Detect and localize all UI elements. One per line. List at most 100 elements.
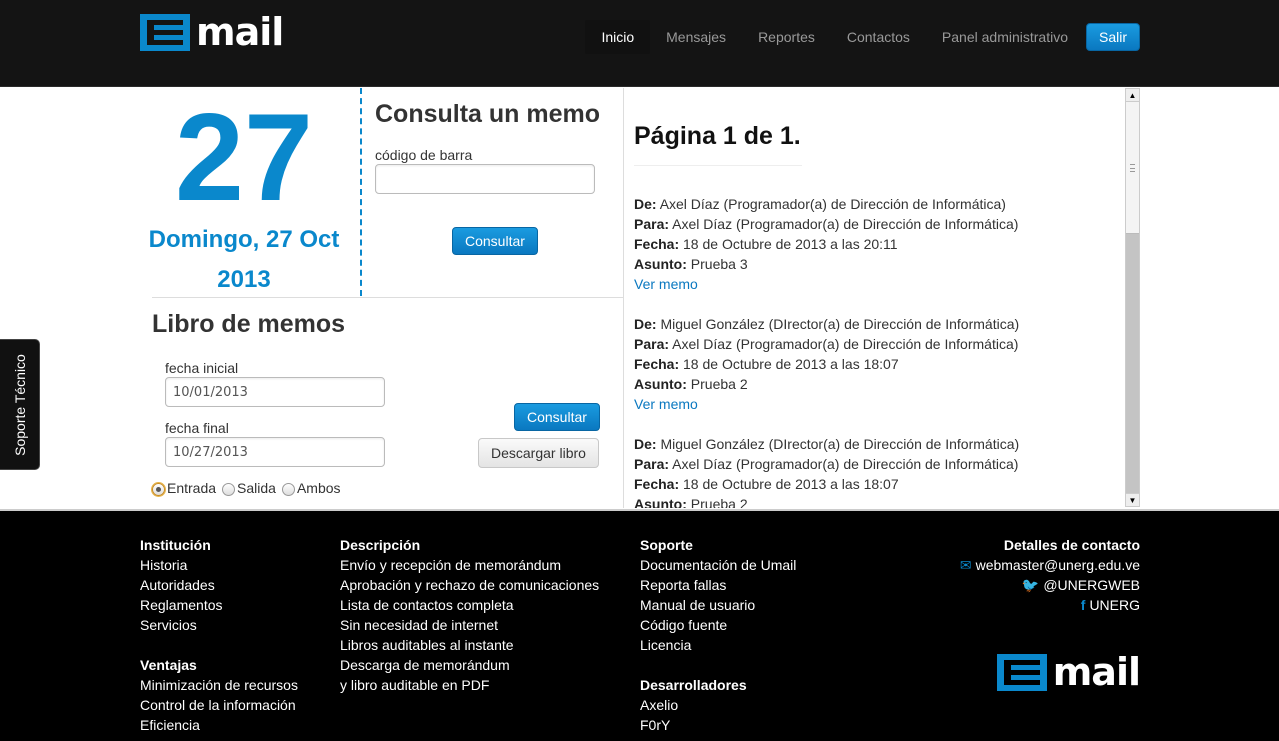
- footer-col-soporte: Soporte Documentación de Umail Reporta f…: [640, 535, 796, 735]
- contact-twitter[interactable]: 🐦 @UNERGWEB: [960, 575, 1140, 595]
- ver-memo-link[interactable]: Ver memo: [634, 396, 698, 412]
- footer-text: Envío y recepción de memorándum: [340, 557, 561, 573]
- footer-heading: Desarrolladores: [640, 677, 747, 693]
- section-divider: [152, 297, 624, 298]
- nav-mensajes[interactable]: Mensajes: [650, 20, 742, 54]
- consultar-memo-button[interactable]: Consultar: [452, 227, 538, 255]
- footer-heading: Soporte: [640, 537, 693, 553]
- footer-link[interactable]: Control de la información: [140, 695, 298, 715]
- facebook-icon: f: [1080, 597, 1086, 613]
- footer-link[interactable]: Código fuente: [640, 615, 796, 635]
- date-day-number: 27: [175, 89, 313, 227]
- memo-asunto-label: Asunto:: [634, 376, 687, 392]
- libro-memos-panel: Libro de memos fecha inicial fecha final…: [152, 310, 612, 508]
- memo-asunto-label: Asunto:: [634, 256, 687, 272]
- scrollbar-track[interactable]: [1126, 234, 1139, 494]
- grip-icon: [1130, 164, 1135, 172]
- barcode-label: código de barra: [375, 147, 473, 163]
- memo-de-label: De:: [634, 196, 657, 212]
- footer-col-descripcion: Descripción Envío y recepción de memorán…: [340, 535, 599, 695]
- footer-link[interactable]: Servicios: [140, 615, 298, 635]
- memo-para-label: Para:: [634, 216, 670, 232]
- fecha-final-label: fecha final: [165, 420, 229, 436]
- memo-fecha-label: Fecha:: [634, 356, 680, 372]
- footer-link[interactable]: Manual de usuario: [640, 595, 796, 615]
- memo-item: De: Miguel González (DIrector(a) de Dire…: [634, 434, 1124, 508]
- radio-ambos[interactable]: [281, 482, 295, 496]
- memo-de-label: De:: [634, 436, 657, 452]
- memo-fecha-label: Fecha:: [634, 476, 680, 492]
- memo-de: Miguel González (DIrector(a) de Direcció…: [660, 316, 1020, 332]
- nav-panel-administrativo[interactable]: Panel administrativo: [926, 20, 1084, 54]
- footer: Institución Historia Autoridades Reglame…: [0, 509, 1279, 741]
- memo-de: Axel Díaz (Programador(a) de Dirección d…: [659, 196, 1006, 212]
- footer-text: Aprobación y rechazo de comunicaciones: [340, 577, 600, 593]
- memo-para: Axel Díaz (Programador(a) de Dirección d…: [672, 336, 1019, 352]
- date-year: 2013: [217, 266, 271, 293]
- fecha-inicial-label: fecha inicial: [165, 360, 239, 376]
- top-navbar: mail Inicio Mensajes Reportes Contactos …: [0, 0, 1279, 87]
- footer-col-institucion: Institución Historia Autoridades Reglame…: [140, 535, 298, 735]
- fecha-final-input[interactable]: [165, 437, 385, 467]
- footer-text: Libros auditables al instante: [340, 637, 514, 653]
- main-nav: Inicio Mensajes Reportes Contactos Panel…: [585, 20, 1140, 54]
- footer-link[interactable]: Autoridades: [140, 575, 298, 595]
- footer-link[interactable]: Eficiencia: [140, 715, 298, 735]
- memo-asunto: Prueba 3: [690, 256, 748, 272]
- contact-facebook-text: UNERG: [1089, 597, 1140, 613]
- memo-asunto-label: Asunto:: [634, 496, 687, 508]
- logo-text: mail: [196, 10, 284, 54]
- scroll-down-arrow-icon[interactable]: ▼: [1126, 493, 1139, 506]
- memo-fecha: 18 de Octubre de 2013 a las 18:07: [683, 476, 899, 492]
- consultar-libro-button[interactable]: Consultar: [514, 403, 600, 431]
- descargar-libro-button[interactable]: Descargar libro: [478, 438, 599, 468]
- logout-button[interactable]: Salir: [1085, 23, 1140, 51]
- tipo-radio-group: Entrada Salida Ambos: [152, 480, 347, 496]
- date-widget: 27 Domingo, 27 Oct 2013: [128, 88, 360, 296]
- footer-link[interactable]: Minimización de recursos: [140, 675, 298, 695]
- twitter-icon: 🐦: [1021, 577, 1040, 593]
- soporte-tecnico-tab[interactable]: Soporte Técnico: [0, 339, 40, 470]
- scroll-up-arrow-icon[interactable]: ▲: [1126, 89, 1139, 102]
- contact-facebook[interactable]: f UNERG: [960, 595, 1140, 615]
- footer-link[interactable]: Licencia: [640, 635, 796, 655]
- consulta-title: Consulta un memo: [375, 100, 601, 128]
- footer-heading: Ventajas: [140, 657, 197, 673]
- umail-logo[interactable]: mail: [140, 10, 284, 54]
- date-weekday: Domingo, 27 Oct: [148, 226, 340, 253]
- barcode-input[interactable]: [375, 164, 595, 194]
- footer-link[interactable]: Reporta fallas: [640, 575, 796, 595]
- envelope-icon: ✉: [959, 557, 972, 573]
- footer-link[interactable]: Axelio: [640, 695, 796, 715]
- footer-link[interactable]: Historia: [140, 555, 298, 575]
- scrollbar-thumb[interactable]: [1126, 102, 1139, 234]
- ver-memo-link[interactable]: Ver memo: [634, 276, 698, 292]
- radio-entrada[interactable]: [152, 482, 165, 496]
- results-scrollbar[interactable]: ▲ ▼: [1125, 88, 1140, 507]
- soporte-tecnico-label: Soporte Técnico: [12, 354, 28, 456]
- memo-results-frame: Página 1 de 1. De: Axel Díaz (Programado…: [634, 88, 1124, 508]
- memo-fecha-label: Fecha:: [634, 236, 680, 252]
- memo-para-label: Para:: [634, 336, 670, 352]
- contact-email-text: webmaster@unerg.edu.ve: [975, 557, 1140, 573]
- footer-link[interactable]: Reglamentos: [140, 595, 298, 615]
- footer-logo-text: mail: [1052, 650, 1141, 694]
- contact-email[interactable]: ✉ webmaster@unerg.edu.ve: [960, 555, 1140, 575]
- radio-salida[interactable]: [222, 482, 236, 496]
- memo-para: Axel Díaz (Programador(a) de Dirección d…: [672, 456, 1019, 472]
- footer-text: Lista de contactos completa: [340, 597, 514, 613]
- memo-asunto: Prueba 2: [690, 376, 748, 392]
- nav-contactos[interactable]: Contactos: [831, 20, 926, 54]
- fecha-inicial-input[interactable]: [165, 377, 385, 407]
- footer-text: Descarga de memorándum: [340, 657, 510, 673]
- nav-reportes[interactable]: Reportes: [742, 20, 831, 54]
- footer-link[interactable]: Documentación de Umail: [640, 555, 796, 575]
- nav-inicio[interactable]: Inicio: [585, 20, 651, 54]
- memo-fecha: 18 de Octubre de 2013 a las 18:07: [683, 356, 899, 372]
- memo-item: De: Axel Díaz (Programador(a) de Direcci…: [634, 194, 1124, 294]
- memo-fecha: 18 de Octubre de 2013 a las 20:11: [683, 236, 898, 252]
- radio-ambos-label: Ambos: [296, 480, 341, 496]
- consulta-memo-panel: Consulta un memo código de barra Consult…: [375, 100, 615, 255]
- footer-heading: Descripción: [340, 537, 421, 553]
- footer-link[interactable]: F0rY: [640, 715, 796, 735]
